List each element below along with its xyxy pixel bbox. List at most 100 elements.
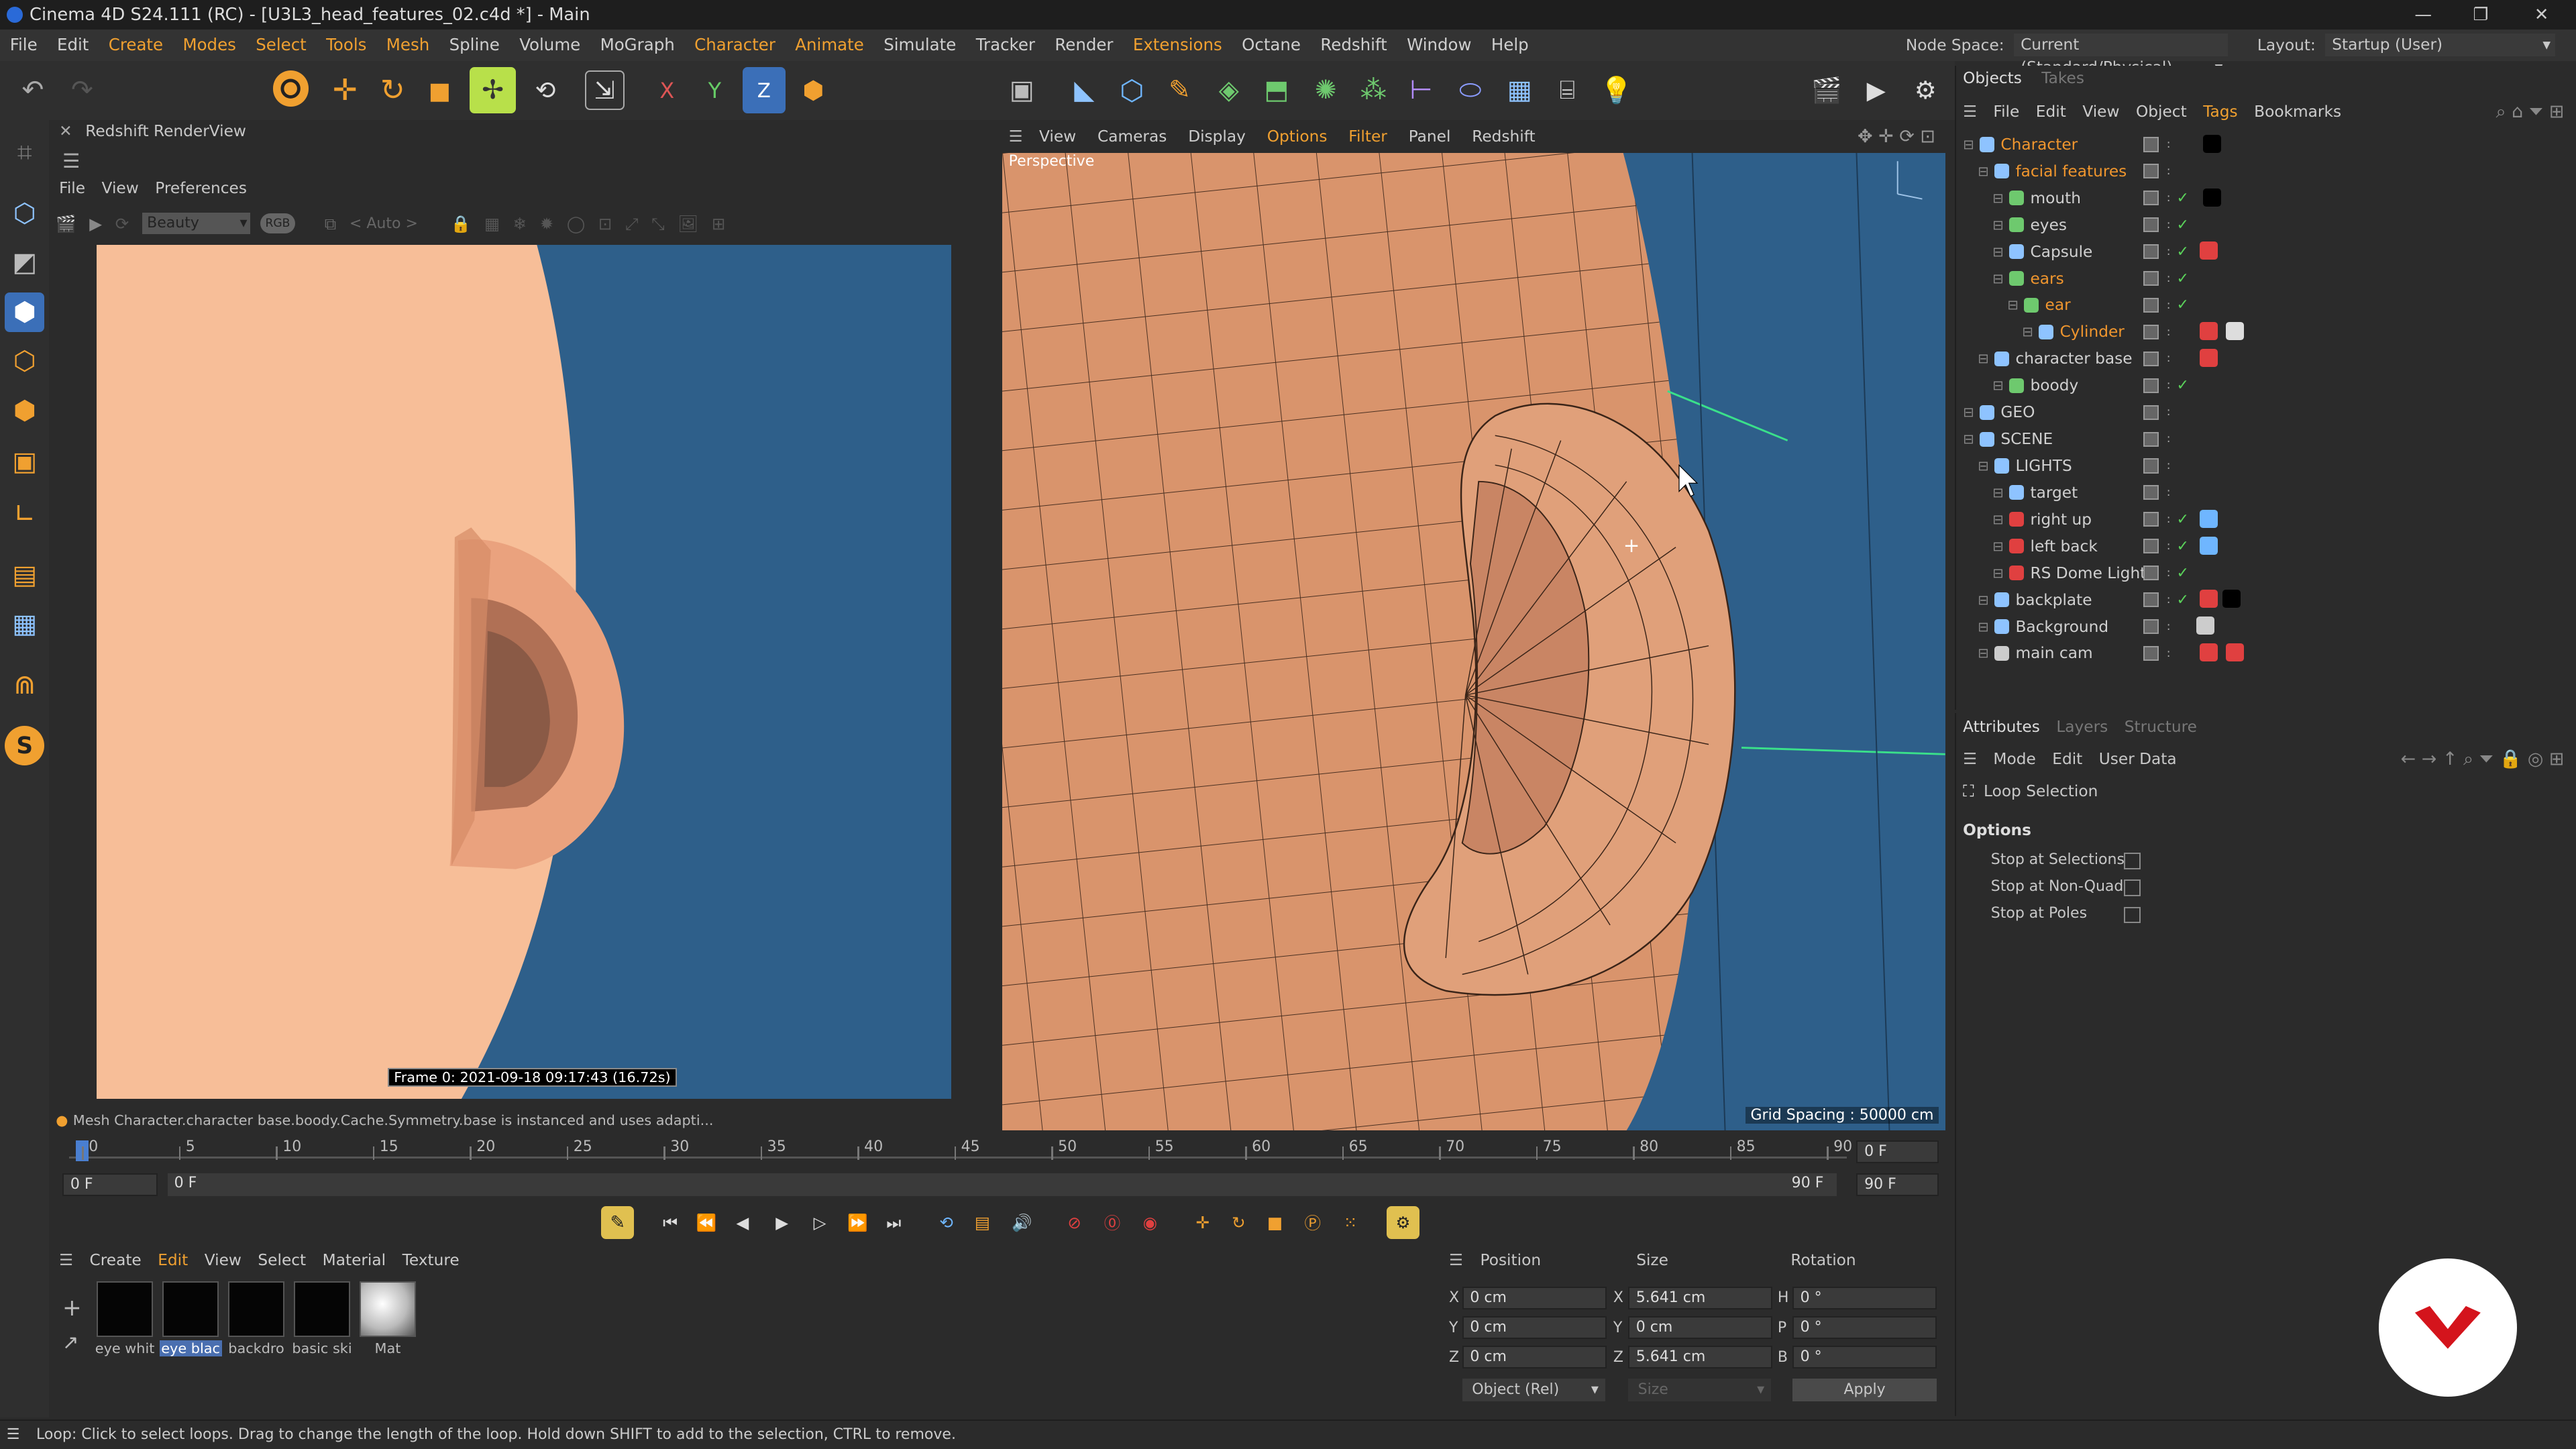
- expand-icon[interactable]: ⊟: [2022, 324, 2033, 339]
- size-field[interactable]: 0 cm: [1627, 1316, 1773, 1339]
- points-mode-icon[interactable]: ⬢: [5, 292, 45, 332]
- attributes-menu-mode[interactable]: Mode: [1993, 750, 2035, 768]
- option-checkbox-stop-at-poles[interactable]: [2124, 906, 2141, 924]
- renderview-menu-view[interactable]: View: [102, 179, 139, 197]
- visibility-dots-icon[interactable]: :: [2167, 380, 2171, 391]
- tab-takes[interactable]: Takes: [2041, 69, 2084, 87]
- minimize-button[interactable]: —: [2399, 0, 2448, 30]
- menu-render[interactable]: Render: [1045, 30, 1124, 61]
- expand-icon[interactable]: ⊟: [1963, 405, 1974, 420]
- texture-mode-icon[interactable]: ◩: [5, 243, 44, 282]
- light-icon[interactable]: 💡: [1597, 70, 1636, 110]
- refresh-icon[interactable]: ⟳: [115, 214, 129, 233]
- menu-edit[interactable]: Edit: [47, 30, 99, 61]
- object-tag-icon[interactable]: [2202, 134, 2221, 153]
- navigation-icons[interactable]: ✥ ✛ ⟳ ⊡: [1858, 126, 1935, 147]
- expand-icon[interactable]: ⊟: [1978, 164, 1988, 179]
- object-tag-icon[interactable]: [2199, 536, 2218, 555]
- objects-menu-view[interactable]: View: [2082, 103, 2119, 121]
- object-tag-icon[interactable]: [2202, 188, 2221, 207]
- visibility-dots-icon[interactable]: :: [2167, 353, 2171, 364]
- model-mode-icon[interactable]: ⬡: [5, 194, 44, 233]
- pen-icon[interactable]: ✎: [1160, 70, 1199, 110]
- z-axis-icon[interactable]: Z: [742, 67, 786, 113]
- objects-menu-object[interactable]: Object: [2136, 103, 2187, 121]
- undo-icon[interactable]: ↶: [13, 70, 53, 110]
- expand-icon[interactable]: ⊟: [1992, 378, 2003, 393]
- visibility-dots-icon[interactable]: :: [2167, 567, 2171, 578]
- viewport-menu-redshift[interactable]: Redshift: [1472, 127, 1535, 146]
- rotation-field[interactable]: 0 °: [1792, 1316, 1937, 1339]
- expand-icon[interactable]: ⊟: [2007, 297, 2018, 313]
- object-row[interactable]: ⊟ ear: ✓: [1956, 292, 2571, 318]
- crop-icon[interactable]: ⧉: [325, 214, 336, 233]
- arrow-icon[interactable]: ↗: [62, 1331, 79, 1354]
- object-tag-icon[interactable]: [2199, 590, 2218, 608]
- object-row[interactable]: ⊟ character base:: [1956, 345, 2571, 372]
- material-menu-material[interactable]: Material: [323, 1251, 386, 1269]
- snap-icon[interactable]: ⋒: [5, 665, 44, 705]
- object-row[interactable]: ⊟ GEO:: [1956, 399, 2571, 425]
- object-name[interactable]: LIGHTS: [2015, 457, 2072, 475]
- menu-character[interactable]: Character: [684, 30, 785, 61]
- scheme-icon[interactable]: ⚙: [1386, 1205, 1419, 1239]
- rotation-field[interactable]: 0 °: [1792, 1345, 1937, 1368]
- menu-help[interactable]: Help: [1481, 30, 1538, 61]
- object-row[interactable]: ⊟ LIGHTS:: [1956, 453, 2571, 479]
- workplane-icon[interactable]: ▤: [5, 555, 44, 595]
- object-row[interactable]: ⊟ left back: ✓: [1956, 533, 2571, 559]
- viewport-menu-panel[interactable]: Panel: [1409, 127, 1451, 146]
- edges-mode-icon[interactable]: ⬡: [5, 341, 44, 381]
- aov-select[interactable]: Beauty ▾: [142, 213, 251, 234]
- node-space-select[interactable]: Current (Standard/Physical)▾: [2014, 34, 2228, 76]
- object-row[interactable]: ⊟ target:: [1956, 480, 2571, 506]
- visibility-dots-icon[interactable]: :: [2167, 165, 2171, 176]
- visibility-dots-icon[interactable]: :: [2167, 326, 2171, 337]
- object-tag-icon[interactable]: [2199, 509, 2218, 528]
- viewport-3d[interactable]: + Perspective Grid Spacing : 50000 cm: [1002, 152, 1945, 1130]
- tab-structure[interactable]: Structure: [2125, 718, 2197, 736]
- visibility-dots-icon[interactable]: :: [2167, 407, 2171, 418]
- keyframe-selection-icon[interactable]: ◉: [1134, 1206, 1167, 1239]
- editor-visibility-icon[interactable]: [2143, 137, 2159, 152]
- size-mode-select[interactable]: Size ▾: [1627, 1378, 1772, 1401]
- go-to-end-icon[interactable]: ⏭: [877, 1206, 910, 1239]
- loop-icon[interactable]: ⟲: [930, 1206, 963, 1239]
- prev-key-icon[interactable]: ⏪: [690, 1206, 723, 1239]
- object-tag-icon[interactable]: [2199, 643, 2218, 662]
- expand-icon[interactable]: ⊟: [1992, 217, 2003, 233]
- object-name[interactable]: Background: [2015, 618, 2108, 636]
- range-slider[interactable]: 0 F 90 F: [167, 1173, 1837, 1196]
- render-view-icon[interactable]: 🎬: [1807, 70, 1847, 110]
- cube-icon[interactable]: ⬡: [1112, 70, 1152, 110]
- editor-visibility-icon[interactable]: [2143, 217, 2159, 233]
- expand-icon[interactable]: ⊟: [1963, 137, 1974, 152]
- object-name[interactable]: Cylinder: [2060, 323, 2125, 341]
- apply-button[interactable]: Apply: [1792, 1378, 1937, 1401]
- object-row[interactable]: ⊟ facial features:: [1956, 158, 2571, 184]
- hamburger-icon[interactable]: ☰: [1963, 103, 1977, 121]
- material-label[interactable]: eye whit: [94, 1340, 156, 1356]
- expand-icon[interactable]: ⊟: [1978, 619, 1988, 635]
- hamburger-icon[interactable]: ☰: [59, 1251, 73, 1269]
- expand-icon[interactable]: ⊟: [1992, 271, 2003, 286]
- editor-visibility-icon[interactable]: [2143, 645, 2159, 661]
- object-name[interactable]: Character: [2000, 136, 2078, 154]
- position-field[interactable]: 0 cm: [1462, 1345, 1607, 1368]
- option-checkbox-stop-at-selections[interactable]: [2124, 853, 2141, 869]
- material-swatch[interactable]: [97, 1281, 153, 1338]
- objects-menu-tags[interactable]: Tags: [2203, 103, 2237, 121]
- make-editable-icon[interactable]: ⌗: [5, 133, 44, 172]
- tab-objects[interactable]: Objects: [1963, 69, 2022, 87]
- subdivision-icon[interactable]: ◈: [1209, 70, 1248, 110]
- object-row[interactable]: ⊟ RS Dome Light: ✓: [1956, 560, 2571, 586]
- option-checkbox-stop-at-non-quads[interactable]: [2124, 879, 2141, 896]
- menu-create[interactable]: Create: [99, 30, 173, 61]
- editor-visibility-icon[interactable]: [2143, 297, 2159, 313]
- expand-icon[interactable]: ⊟: [1978, 645, 1988, 661]
- editor-visibility-icon[interactable]: [2143, 458, 2159, 474]
- maximize-button[interactable]: ❐: [2456, 0, 2505, 30]
- visibility-dots-icon[interactable]: :: [2167, 540, 2171, 551]
- object-name[interactable]: RS Dome Light: [2031, 564, 2147, 582]
- editor-visibility-icon[interactable]: [2143, 539, 2159, 554]
